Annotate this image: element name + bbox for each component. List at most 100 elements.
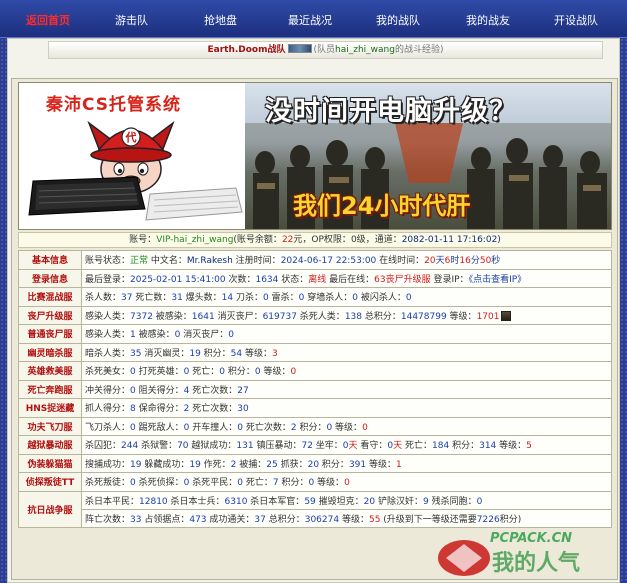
stat-label: 杀狱警： xyxy=(138,441,178,452)
top-navigation: 返回首页 游击队 抢地盘 最近战况 我的战队 我的战友 开设战队 xyxy=(0,0,627,38)
category-label[interactable]: 越狱暴动服 xyxy=(18,435,82,455)
stat-value: 7226 xyxy=(476,514,500,525)
stat-label: (升级到下一等级还需要 xyxy=(380,514,477,525)
team-flag-icon xyxy=(287,44,312,53)
keyboard-white-icon xyxy=(145,187,243,221)
stat-value: 37 xyxy=(121,293,133,304)
category-label[interactable]: 普通丧尸服 xyxy=(18,324,82,344)
stat-label: 积分： xyxy=(224,367,255,378)
stat-value: 12810 xyxy=(139,496,168,507)
stat-value: 59 xyxy=(304,496,316,507)
stats-cell: 杀囚犯：244 杀狱警：70 越狱成功：131 镇压暴动：72 坐牢：0天 看守… xyxy=(81,435,612,455)
stat-label: 看守： xyxy=(357,441,388,452)
stat-label: 杀死平民： xyxy=(189,478,238,489)
stat-value: 1641 xyxy=(191,311,215,322)
member-name[interactable]: hai_zhi_wang xyxy=(335,45,395,55)
stat-label: 被捕： xyxy=(236,459,267,470)
stat-label: 摧毁坦克： xyxy=(315,496,364,507)
nav-recent-battles-link[interactable]: 最近战况 xyxy=(288,12,332,28)
stat-label: 阵亡次数： xyxy=(85,514,131,525)
nav-my-team-link[interactable]: 我的战队 xyxy=(376,12,420,28)
stat-label: 作死： xyxy=(200,459,231,470)
stats-cell: 冲关得分：0 阻关得分：4 死亡次数：27 xyxy=(81,379,612,399)
stat-value: 306274 xyxy=(304,514,340,525)
nav-home-link[interactable]: 返回首页 xyxy=(26,12,70,28)
stats-cell: 杀死叛徒：0 杀死侦探：0 杀死平民：0 死亡：7 积分：0 等级：0 xyxy=(81,472,612,492)
banner-mascot-area: 秦沛CS托管系统 代 xyxy=(19,83,245,229)
team-name[interactable]: Earth.Doom xyxy=(207,45,267,55)
team-suffix: 战队 xyxy=(267,45,286,55)
category-label[interactable]: 登录信息 xyxy=(18,268,82,288)
stat-value: 1634 xyxy=(255,274,279,285)
content-frame: 秦沛CS托管系统 代 没时间开电脑升级？ 我们24小时代肝 账号：VIP-hai… xyxy=(11,78,618,580)
stat-value: 1 xyxy=(396,459,402,470)
category-label[interactable]: 抗日战争服 xyxy=(18,490,82,528)
stats-cell: 感染人类：1 被感染：0 消灭丧尸：0 xyxy=(81,324,612,344)
stat-value: 7372 xyxy=(130,311,153,322)
stat-value: 20 xyxy=(363,496,376,507)
stat-label: 被闪杀人： xyxy=(357,293,406,304)
stat-value: 70 xyxy=(177,441,189,452)
stat-value: 30 xyxy=(237,404,249,415)
category-label[interactable]: 比赛混战服 xyxy=(18,287,82,307)
stat-label: 残杀同胞： xyxy=(428,496,477,507)
stat-value: 27 xyxy=(237,385,249,396)
stat-label: 等级： xyxy=(366,459,396,470)
stat-value: 2024-06-17 22:53:00 xyxy=(280,256,377,267)
stat-value: 19 xyxy=(130,459,142,470)
stat-label: 等级： xyxy=(496,441,527,452)
stat-label: 等级： xyxy=(314,478,345,489)
stat-value: 秒 xyxy=(491,256,501,267)
stat-value: 天 xyxy=(435,256,445,267)
stat-value: Mr.Rakesh xyxy=(186,256,233,267)
category-label[interactable]: 侦探叛徒TT xyxy=(18,472,82,492)
nav-my-comrades-link[interactable]: 我的战友 xyxy=(466,12,510,28)
category-label[interactable]: 基本信息 xyxy=(18,250,82,270)
category-label[interactable]: 幽灵暗杀服 xyxy=(18,342,82,362)
category-label[interactable]: HNS捉迷藏 xyxy=(18,398,82,418)
stat-value: 50 xyxy=(479,256,492,267)
stat-label: 死亡： xyxy=(189,367,220,378)
nav-territory-link[interactable]: 抢地盘 xyxy=(204,12,237,28)
nav-guerrilla-link[interactable]: 游击队 xyxy=(115,12,148,28)
stat-value: 314 xyxy=(479,441,497,452)
category-label[interactable]: 功夫飞刀服 xyxy=(18,416,82,436)
table-row: 幽灵暗杀服 暗杀人类：35 消灭幽灵：19 积分：54 等级：3 xyxy=(18,342,612,362)
stat-label: 等级： xyxy=(446,311,477,322)
stat-value: 54 xyxy=(230,348,243,359)
promo-banner[interactable]: 秦沛CS托管系统 代 没时间开电脑升级？ 我们24小时代肝 xyxy=(18,82,612,230)
category-label[interactable]: 伪装躲猫猫 xyxy=(18,453,82,473)
stat-label: 积分： xyxy=(296,422,327,433)
stat-label: 杀死侦探： xyxy=(135,478,184,489)
table-row: 基本信息 账号状态：正常 中文名：Mr.Rakesh 注册时间：2024-06-1… xyxy=(18,250,612,270)
stat-label: 杀死叛徒： xyxy=(85,478,131,489)
main-panel: Earth.Doom战队 (队员hai_zhi_wang的战斗经验) 秦沛CS托管… xyxy=(7,38,620,583)
stat-label: 账号状态： xyxy=(85,256,131,267)
category-label[interactable]: 丧尸升级服 xyxy=(18,305,82,325)
stats-cell: 最后登录：2025-02-01 15:41:00 次数：1634 状态：离线 最… xyxy=(81,268,612,288)
stat-label: 消灭幽灵： xyxy=(141,348,190,359)
stat-value: 33 xyxy=(130,514,142,525)
table-row: 登录信息 最后登录：2025-02-01 15:41:00 次数：1634 状态：… xyxy=(18,268,612,288)
nav-create-team-link[interactable]: 开设战队 xyxy=(554,12,598,28)
stat-value: 20 xyxy=(307,459,320,470)
table-row: 阵亡次数：33 占领据点：473 成功通关：37 总积分：306274 等级：5… xyxy=(19,508,612,528)
stat-label: 最后在线： xyxy=(326,274,375,285)
stat-label: 杀日本平民： xyxy=(85,496,140,507)
op-level: 0级 xyxy=(350,235,366,245)
team-subheader: Earth.Doom战队 (队员hai_zhi_wang的战斗经验) xyxy=(48,41,603,59)
stat-label: 杀死人类： xyxy=(296,311,345,322)
stat-value: 0 xyxy=(362,422,368,433)
stat-label: 总积分： xyxy=(362,311,401,322)
stat-label: 抓获： xyxy=(277,459,308,470)
stat-label: 雷杀： xyxy=(268,293,299,304)
category-label[interactable]: 死亡奔跑服 xyxy=(18,379,82,399)
stat-label: 状态： xyxy=(278,274,309,285)
stats-cell: 杀日本平民：12810 杀日本士兵：6310 杀日本军官：59 摧毁坦克：20 … xyxy=(81,490,612,510)
stat-value: 0 xyxy=(405,293,412,304)
stat-value: 19 xyxy=(189,348,201,359)
stat-label: 冲关得分： xyxy=(85,385,131,396)
stat-label: 抓人得分： xyxy=(85,404,131,415)
category-label[interactable]: 英雄救美服 xyxy=(18,361,82,381)
stat-label: 被感染： xyxy=(135,330,175,341)
